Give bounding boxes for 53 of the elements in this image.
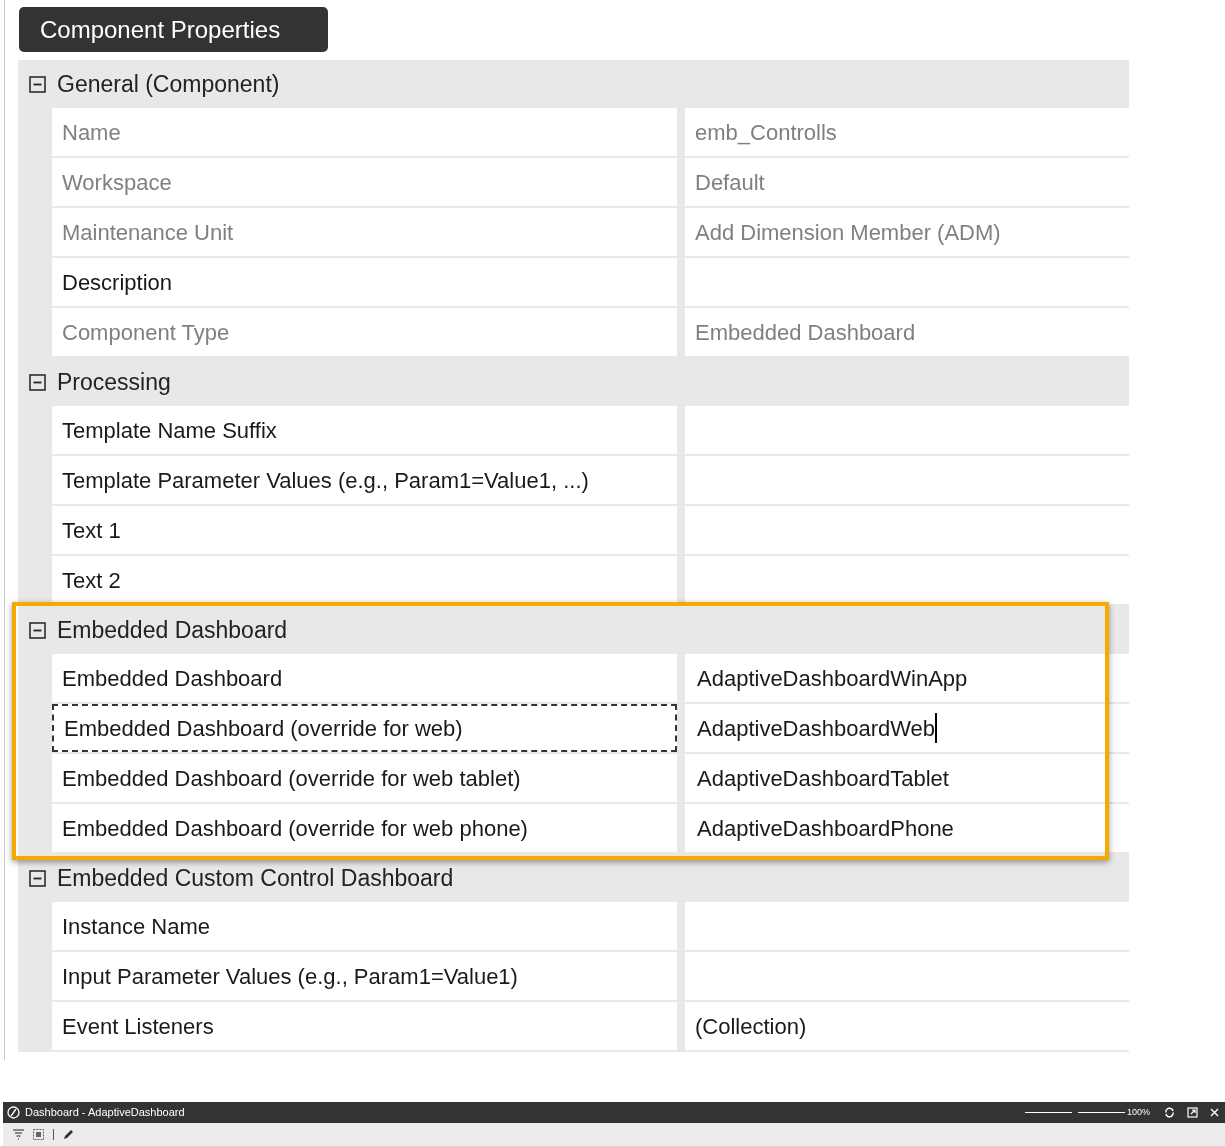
property-value[interactable]: (Collection) [695,1009,807,1043]
refresh-icon[interactable] [1164,1107,1175,1118]
value-cell[interactable]: Default [685,158,1129,206]
property-name[interactable]: Template Parameter Values (e.g., Param1=Value1, ...) [52,456,677,504]
category-name: Embedded Dashboard [57,615,288,645]
popout-icon[interactable] [1187,1107,1198,1118]
property-value[interactable]: Default [695,165,765,199]
property-value[interactable]: AdaptiveDashboardWinApp [697,661,968,695]
property-name[interactable]: Maintenance Unit [52,208,677,256]
property-name[interactable]: Template Name Suffix [52,406,677,454]
category-name: General (Component) [57,69,280,99]
zoom-reading: 100% [1126,1105,1150,1119]
value-cell[interactable]: AdaptiveDashboardWeb [685,704,1129,752]
property-name[interactable]: Component Type [52,308,677,356]
panel-title: Component Properties [19,7,328,52]
pencil-icon[interactable] [63,1129,74,1140]
filter-icon[interactable] [13,1129,24,1140]
property-value[interactable]: AdaptiveDashboardTablet [697,761,949,795]
value-cell[interactable]: Add Dimension Member (ADM) [685,208,1129,256]
property-value[interactable]: AdaptiveDashboardPhone [697,811,954,845]
property-name[interactable]: Name [52,108,677,156]
property-name[interactable]: Text 2 [52,556,677,604]
value-cell[interactable]: AdaptiveDashboardPhone [685,804,1129,852]
property-name[interactable]: Workspace [52,158,677,206]
value-cell[interactable]: AdaptiveDashboardTablet [685,754,1129,802]
property-name[interactable]: Input Parameter Values (e.g., Param1=Value1) [52,952,677,1000]
property-name[interactable]: Event Listeners [52,1002,677,1050]
close-icon[interactable] [1210,1108,1219,1117]
value-cell[interactable]: (Collection) [685,1002,1129,1050]
logo-icon [7,1106,20,1119]
property-name[interactable]: Embedded Dashboard (override for web) [52,704,677,752]
select-icon[interactable] [33,1129,44,1140]
property-name[interactable]: Embedded Dashboard (override for web tablet) [52,754,677,802]
property-name[interactable]: Text 1 [52,506,677,554]
property-name[interactable]: Embedded Dashboard (override for web phone) [52,804,677,852]
value-cell[interactable]: Embedded Dashboard [685,308,1129,356]
collapse-icon[interactable] [29,621,46,639]
category-name: Processing [57,367,171,397]
property-value[interactable]: Add Dimension Member (ADM) [695,215,1001,249]
window-title: Dashboard - AdaptiveDashboard [25,1105,185,1121]
value-cell[interactable] [685,556,1129,604]
property-value[interactable]: AdaptiveDashboardWeb [697,711,936,745]
property-value[interactable]: emb_Controlls [695,115,837,149]
property-name[interactable]: Instance Name [52,902,677,950]
collapse-icon[interactable] [29,373,46,391]
value-cell[interactable]: emb_Controlls [685,108,1129,156]
category-name: Embedded Custom Control Dashboard [57,863,454,893]
collapse-icon[interactable] [29,869,46,887]
property-value[interactable]: Embedded Dashboard [695,315,916,349]
property-name[interactable]: Description [52,258,677,306]
property-name[interactable]: Embedded Dashboard [52,654,677,702]
value-cell[interactable]: AdaptiveDashboardWinApp [685,654,1129,702]
collapse-icon[interactable] [29,75,46,93]
